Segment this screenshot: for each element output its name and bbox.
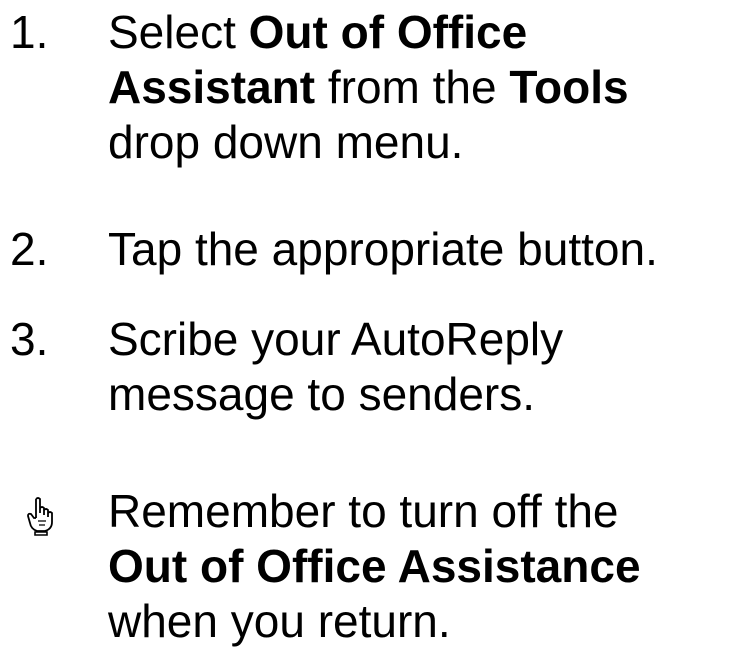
step-number: 3. [10, 313, 49, 365]
menu-name: Tools [509, 61, 629, 113]
note-text: Remember to turn off the Out of Office As… [108, 485, 641, 647]
instructions-slide: 1. Select Out of Office Assistant from th… [0, 0, 751, 666]
menu-item-name: Out of Office [248, 6, 528, 58]
step-text: Scribe your AutoReply message to senders. [108, 313, 564, 420]
menu-item-name: Assistant [108, 61, 316, 113]
step-number: 2. [10, 223, 49, 275]
feature-name: Out of Office Assistance [108, 540, 641, 592]
step-text: Tap the appropriate button. [108, 223, 658, 275]
step-number: 1. [10, 6, 49, 58]
step-text: Select Out of Office Assistant from the T… [108, 6, 629, 168]
pointing-hand-icon [27, 497, 53, 536]
